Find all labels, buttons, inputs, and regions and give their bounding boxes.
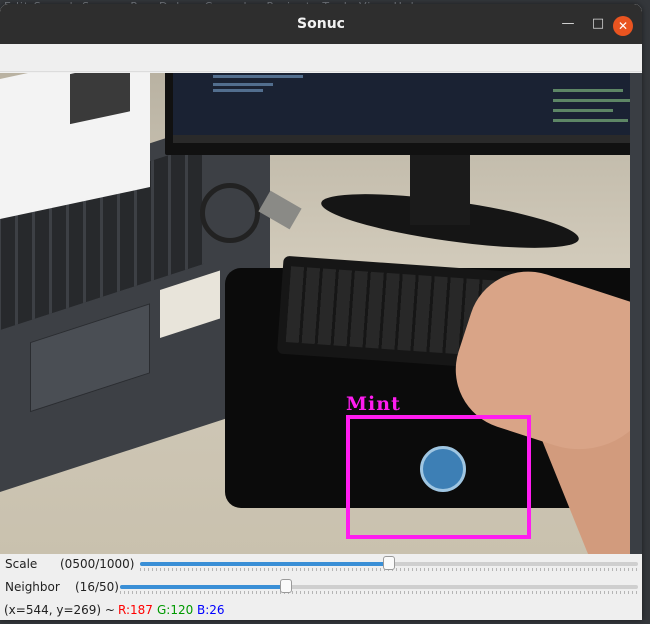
monitor-image — [165, 73, 642, 155]
detection-label: Mint — [346, 393, 401, 415]
pixel-blue-value: B:26 — [197, 603, 225, 617]
neighbor-label: Neighbor — [5, 580, 60, 594]
frame-edge — [630, 73, 642, 556]
neighbor-slider[interactable] — [120, 585, 638, 589]
maximize-icon[interactable]: □ — [590, 16, 606, 32]
detection-box — [346, 415, 531, 539]
minimize-icon[interactable]: — — [560, 16, 576, 32]
scale-trackbar: Scale (0500/1000) — [0, 554, 642, 576]
scale-slider-fill — [140, 562, 389, 566]
scale-value: (0500/1000) — [60, 557, 135, 571]
neighbor-value: (16/50) — [75, 580, 119, 594]
cursor-coords: (x=544, y=269) ~ — [4, 603, 115, 617]
title-bar[interactable]: Sonuc — □ ✕ — [0, 4, 642, 44]
monitor-stand — [410, 155, 470, 225]
neighbor-slider-fill — [120, 585, 286, 589]
camera-frame-image[interactable] — [0, 73, 642, 556]
neighbor-trackbar: Neighbor (16/50) — [0, 577, 642, 599]
neighbor-slider-handle[interactable] — [279, 579, 292, 593]
pixel-red-value: R:187 — [118, 603, 153, 617]
cable-image — [200, 183, 260, 243]
close-icon[interactable]: ✕ — [613, 16, 633, 36]
toolbar-area — [0, 44, 642, 72]
scale-label: Scale — [5, 557, 38, 571]
scale-slider-handle[interactable] — [383, 556, 395, 570]
sonuc-window: Sonuc — □ ✕ Mint Scale (0500/1000) Neigh… — [0, 4, 642, 620]
window-title: Sonuc — [297, 16, 345, 32]
status-bar: (x=544, y=269) ~ R:187 G:120 B:26 — [0, 602, 642, 620]
pixel-green-value: G:120 — [157, 603, 194, 617]
